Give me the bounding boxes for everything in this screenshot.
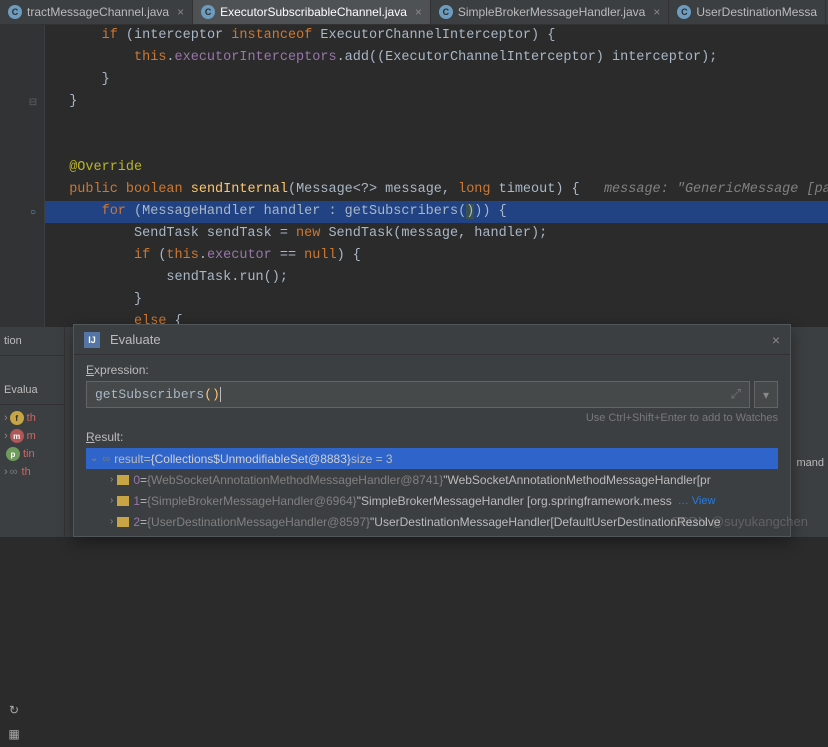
expand-icon[interactable]: ›: [110, 474, 113, 485]
gutter: ⊟ ○: [0, 25, 45, 330]
tree-item[interactable]: ›∞th: [4, 463, 60, 481]
java-class-icon: C: [8, 5, 22, 19]
override-icon[interactable]: ○: [27, 206, 39, 218]
tab-userdestination[interactable]: C UserDestinationMessa: [669, 0, 826, 24]
rerun-icon[interactable]: ↻: [4, 701, 24, 719]
expand-icon[interactable]: ⤢: [731, 387, 741, 402]
result-item[interactable]: › 2 = {UserDestinationMessageHandler@859…: [86, 511, 778, 532]
expression-input[interactable]: getSubscribers() ⤢: [86, 381, 750, 408]
evaluate-tab[interactable]: Evalua: [0, 376, 64, 405]
code-content[interactable]: if (interceptor instanceof ExecutorChann…: [45, 25, 828, 330]
java-class-icon: C: [439, 5, 453, 19]
index-icon: [117, 517, 129, 527]
result-item[interactable]: › 1 = {SimpleBrokerMessageHandler@6964} …: [86, 490, 778, 511]
tab-label: SimpleBrokerMessageHandler.java: [458, 5, 645, 19]
collapse-icon[interactable]: ⌄: [90, 453, 98, 464]
close-icon[interactable]: ×: [415, 5, 422, 19]
result-label: Result:: [86, 430, 778, 444]
history-dropdown[interactable]: ▾: [754, 381, 778, 408]
dialog-titlebar[interactable]: IJ Evaluate ×: [74, 325, 790, 355]
close-icon[interactable]: ×: [177, 5, 184, 19]
expand-icon[interactable]: ›: [110, 516, 113, 527]
view-link[interactable]: … View: [678, 495, 716, 507]
close-icon[interactable]: ×: [772, 332, 780, 348]
tab-simplebroker[interactable]: C SimpleBrokerMessageHandler.java ×: [431, 0, 669, 24]
java-class-icon: C: [201, 5, 215, 19]
expression-label: EExpression:xpression:: [86, 363, 778, 377]
result-item[interactable]: › 0 = {WebSocketAnnotationMethodMessageH…: [86, 469, 778, 490]
code-editor[interactable]: ⊟ ○ if (interceptor instanceof ExecutorC…: [0, 25, 828, 330]
variables-tree: ›fth ›mm ptin ›∞th: [0, 405, 64, 485]
result-tree: ⌄ ∞ result = {Collections$UnmodifiableSe…: [86, 448, 778, 532]
tab-tractmessagechannel[interactable]: C tractMessageChannel.java ×: [0, 0, 193, 24]
tree-item[interactable]: ptin: [4, 445, 60, 463]
fold-icon[interactable]: ⊟: [27, 96, 39, 108]
grid-icon[interactable]: ▦: [4, 725, 24, 743]
close-icon[interactable]: ×: [653, 5, 660, 19]
tree-item[interactable]: ›mm: [4, 427, 60, 445]
tab-label: ExecutorSubscribableChannel.java: [220, 5, 407, 19]
command-text: mand: [796, 457, 824, 469]
index-icon: [117, 475, 129, 485]
tab-label: UserDestinationMessa: [696, 5, 817, 19]
java-class-icon: C: [677, 5, 691, 19]
hint-text: Use Ctrl+Shift+Enter to add to Watches: [86, 412, 778, 424]
expand-icon[interactable]: ›: [110, 495, 113, 506]
link-icon: ∞: [102, 453, 110, 465]
index-icon: [117, 496, 129, 506]
debug-sidebar: tion ↻ ▦ Evalua ›fth ›mm ptin ›∞th: [0, 327, 65, 537]
tab-label: tractMessageChannel.java: [27, 5, 169, 19]
tab-executorsubscribable[interactable]: C ExecutorSubscribableChannel.java ×: [193, 0, 431, 24]
tree-item[interactable]: ›fth: [4, 409, 60, 427]
result-root[interactable]: ⌄ ∞ result = {Collections$UnmodifiableSe…: [86, 448, 778, 469]
evaluate-dialog: IJ Evaluate × EExpression:xpression: get…: [73, 324, 791, 537]
editor-tabs: C tractMessageChannel.java × C ExecutorS…: [0, 0, 828, 25]
dialog-title: Evaluate: [110, 332, 772, 347]
intellij-icon: IJ: [84, 332, 100, 348]
panel-tab[interactable]: tion: [0, 327, 64, 356]
